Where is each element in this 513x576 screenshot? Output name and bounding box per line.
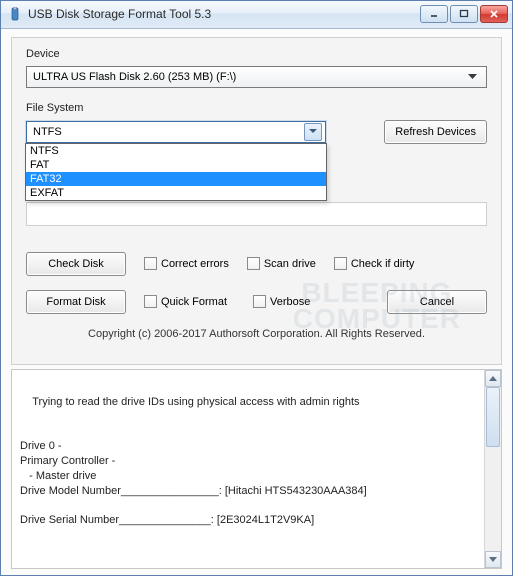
volume-label-input[interactable]: [26, 202, 487, 226]
format-row: Format Disk Quick Format Verbose Cancel: [26, 290, 487, 314]
chevron-down-icon: [304, 123, 322, 141]
scan-drive-label: Scan drive: [264, 258, 316, 270]
cancel-button[interactable]: Cancel: [387, 290, 487, 314]
filesystem-option[interactable]: EXFAT: [26, 186, 326, 200]
checkbox-box-icon: [144, 257, 157, 270]
check-if-dirty-checkbox[interactable]: Check if dirty: [334, 257, 415, 270]
main-content: BLEEPING COMPUTER Device ULTRA US Flash …: [1, 29, 512, 575]
device-combo-text: ULTRA US Flash Disk 2.60 (253 MB) (F:\): [33, 71, 464, 83]
refresh-devices-button[interactable]: Refresh Devices: [384, 120, 487, 144]
filesystem-option[interactable]: FAT32: [26, 172, 326, 186]
options-panel: BLEEPING COMPUTER Device ULTRA US Flash …: [11, 37, 502, 365]
quick-format-label: Quick Format: [161, 296, 227, 308]
filesystem-combo[interactable]: NTFS: [26, 121, 326, 143]
check-row: Check Disk Correct errors Scan drive Che…: [26, 252, 487, 276]
device-label: Device: [26, 48, 487, 60]
close-button[interactable]: [480, 5, 508, 23]
app-icon: [7, 6, 23, 22]
maximize-button[interactable]: [450, 5, 478, 23]
quick-format-checkbox[interactable]: Quick Format: [144, 295, 227, 308]
filesystem-label: File System: [26, 102, 487, 114]
checkbox-box-icon: [247, 257, 260, 270]
filesystem-combo-text: NTFS: [33, 126, 304, 138]
log-text: Trying to read the drive IDs using physi…: [20, 396, 367, 527]
filesystem-option[interactable]: FAT: [26, 158, 326, 172]
check-disk-button[interactable]: Check Disk: [26, 252, 126, 276]
checkbox-box-icon: [144, 295, 157, 308]
copyright-text: Copyright (c) 2006-2017 Authorsoft Corpo…: [26, 314, 487, 350]
vertical-scrollbar[interactable]: [484, 370, 501, 568]
log-output[interactable]: Trying to read the drive IDs using physi…: [11, 369, 502, 569]
verbose-label: Verbose: [270, 296, 310, 308]
window-controls: [420, 5, 508, 23]
scroll-track[interactable]: [485, 387, 501, 551]
chevron-down-icon: [464, 74, 480, 80]
correct-errors-checkbox[interactable]: Correct errors: [144, 257, 229, 270]
scroll-up-button[interactable]: [485, 370, 501, 387]
check-if-dirty-label: Check if dirty: [351, 258, 415, 270]
filesystem-option[interactable]: NTFS: [26, 144, 326, 158]
scroll-down-button[interactable]: [485, 551, 501, 568]
titlebar: USB Disk Storage Format Tool 5.3: [1, 1, 512, 29]
device-combo[interactable]: ULTRA US Flash Disk 2.60 (253 MB) (F:\): [26, 66, 487, 88]
checkbox-box-icon: [334, 257, 347, 270]
format-disk-button[interactable]: Format Disk: [26, 290, 126, 314]
window-title: USB Disk Storage Format Tool 5.3: [28, 7, 420, 21]
scroll-thumb[interactable]: [486, 387, 500, 447]
filesystem-dropdown[interactable]: NTFSFATFAT32EXFAT: [25, 143, 327, 201]
minimize-button[interactable]: [420, 5, 448, 23]
checkbox-box-icon: [253, 295, 266, 308]
verbose-checkbox[interactable]: Verbose: [253, 295, 310, 308]
correct-errors-label: Correct errors: [161, 258, 229, 270]
scan-drive-checkbox[interactable]: Scan drive: [247, 257, 316, 270]
